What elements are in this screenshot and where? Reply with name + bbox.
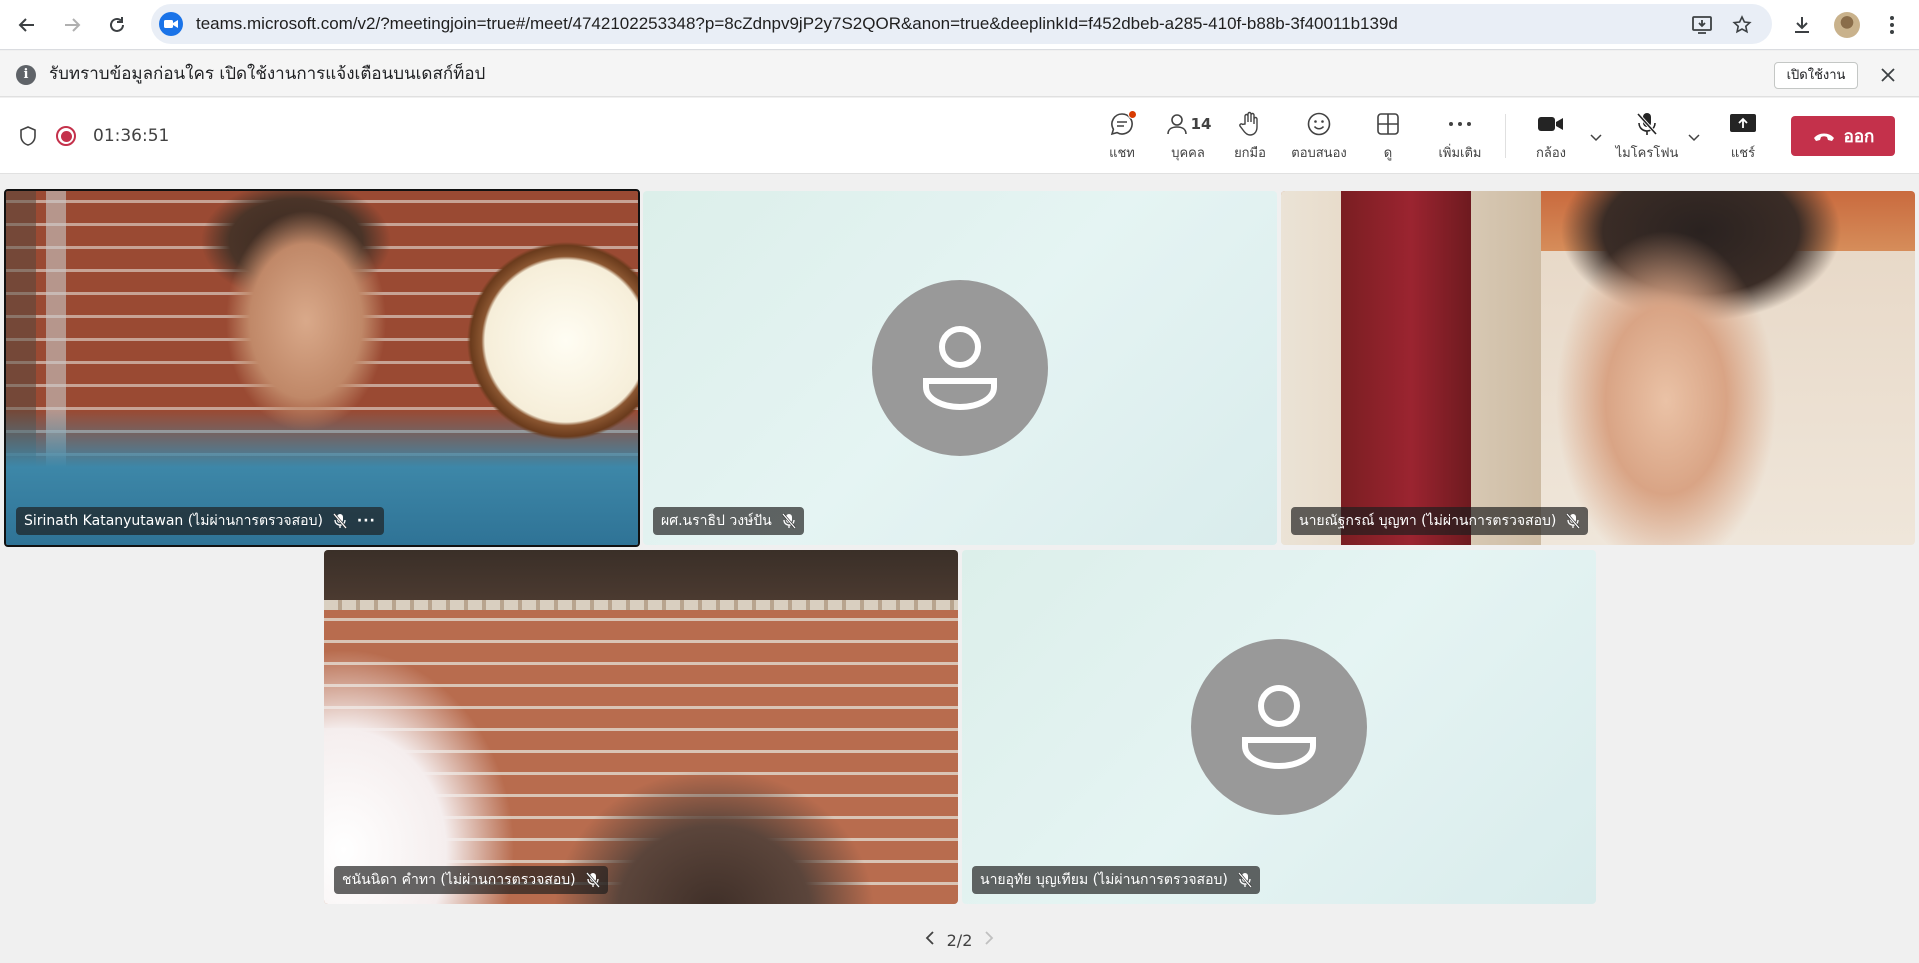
participant-tile[interactable]: นายณัฐกรณ์ บุญทา (ไม่ผ่านการตรวจสอบ) <box>1281 191 1915 545</box>
participant-tile[interactable]: Sirinath Katanyutawan (ไม่ผ่านการตรวจสอบ… <box>4 189 640 547</box>
gallery-pager: 2/2 <box>0 925 1919 955</box>
meeting-toolbar: 01:36:51 แชท 14 บุคคล ยกมือ ตอบสนอง ดู เ… <box>0 98 1919 174</box>
react-button[interactable]: ตอบสนอง <box>1286 98 1352 174</box>
chat-label: แชท <box>1109 146 1135 161</box>
grid-view-icon <box>1377 113 1399 135</box>
participant-name: ผศ.นราธิป วงษ์ปัน <box>661 513 772 529</box>
participant-tile[interactable]: นายอุทัย บุญเทียม (ไม่ผ่านการตรวจสอบ) <box>962 550 1596 904</box>
participant-tile[interactable]: ผศ.นราธิป วงษ์ปัน <box>643 191 1277 545</box>
browser-menu-icon[interactable] <box>1875 8 1909 42</box>
hang-up-icon <box>1813 133 1834 141</box>
browser-toolbar: teams.microsoft.com/v2/?meetingjoin=true… <box>0 0 1919 50</box>
more-button[interactable]: เพิ่มเติม <box>1430 98 1490 174</box>
forward-icon[interactable] <box>55 8 89 42</box>
people-label: บุคคล <box>1171 146 1205 161</box>
mic-off-icon <box>585 872 600 888</box>
microphone-label: ไมโครโฟน <box>1615 146 1679 161</box>
more-label: เพิ่มเติม <box>1438 146 1482 161</box>
person-icon <box>1242 685 1316 770</box>
participant-video-wall <box>324 610 958 904</box>
page-indicator: 2/2 <box>946 930 973 950</box>
share-button[interactable]: แชร์ <box>1720 98 1766 174</box>
camera-options-chevron-icon[interactable] <box>1586 128 1606 148</box>
participant-name-tag: ชนันนิดา คำทา (ไม่ผ่านการตรวจสอบ) <box>334 866 608 894</box>
next-page-chevron-icon[interactable] <box>984 930 994 950</box>
raise-hand-button[interactable]: ยกมือ <box>1220 98 1280 174</box>
participant-video <box>1281 191 1915 545</box>
participant-more-options-icon[interactable]: ··· <box>357 513 376 529</box>
leave-button[interactable]: ออก <box>1791 116 1895 156</box>
shield-icon[interactable] <box>18 125 38 151</box>
recording-indicator-icon <box>56 126 76 146</box>
address-bar[interactable]: teams.microsoft.com/v2/?meetingjoin=true… <box>151 4 1772 44</box>
avatar <box>872 280 1048 456</box>
raise-hand-label: ยกมือ <box>1234 146 1266 161</box>
avatar <box>1191 639 1367 815</box>
hand-icon <box>1239 111 1258 136</box>
participant-tile[interactable]: ชนันนิดา คำทา (ไม่ผ่านการตรวจสอบ) <box>324 550 958 904</box>
participant-name: นายณัฐกรณ์ บุญทา (ไม่ผ่านการตรวจสอบ) <box>1299 513 1557 529</box>
participant-name: Sirinath Katanyutawan (ไม่ผ่านการตรวจสอบ… <box>24 513 323 529</box>
notification-infobar: i รับทราบข้อมูลก่อนใคร เปิดใช้งานการแจ้ง… <box>0 51 1919 97</box>
camera-button[interactable]: กล้อง <box>1526 98 1576 174</box>
chat-unread-badge <box>1128 110 1137 119</box>
camera-icon <box>1538 117 1563 131</box>
react-label: ตอบสนอง <box>1291 146 1347 161</box>
people-button[interactable]: 14 บุคคล <box>1156 98 1220 174</box>
leave-label: ออก <box>1843 126 1875 147</box>
view-button[interactable]: ดู <box>1360 98 1416 174</box>
participant-video <box>6 191 638 545</box>
participant-name: ชนันนิดา คำทา (ไม่ผ่านการตรวจสอบ) <box>342 872 576 888</box>
participant-name-tag: นายณัฐกรณ์ บุญทา (ไม่ผ่านการตรวจสอบ) <box>1291 507 1589 535</box>
microphone-button[interactable]: ไมโครโฟน <box>1612 98 1682 174</box>
emoji-icon <box>1307 112 1331 136</box>
mic-off-icon <box>1636 112 1658 136</box>
bookmark-star-icon[interactable] <box>1725 8 1759 42</box>
share-screen-icon <box>1730 114 1756 132</box>
participant-name-tag: Sirinath Katanyutawan (ไม่ผ่านการตรวจสอบ… <box>16 507 384 535</box>
participant-name-tag: ผศ.นราธิป วงษ์ปัน <box>653 507 804 535</box>
download-icon[interactable] <box>1785 8 1819 42</box>
participant-name-tag: นายอุทัย บุญเทียม (ไม่ผ่านการตรวจสอบ) <box>972 866 1260 894</box>
infobar-message: รับทราบข้อมูลก่อนใคร เปิดใช้งานการแจ้งเต… <box>49 64 486 84</box>
url-text: teams.microsoft.com/v2/?meetingjoin=true… <box>196 14 1398 33</box>
install-app-icon[interactable] <box>1685 8 1719 42</box>
share-label: แชร์ <box>1730 146 1756 161</box>
participant-name: นายอุทัย บุญเทียม (ไม่ผ่านการตรวจสอบ) <box>980 872 1228 888</box>
chat-button[interactable]: แชท <box>1092 98 1152 174</box>
mic-off-icon <box>1237 872 1252 888</box>
enable-notifications-button[interactable]: เปิดใช้งาน <box>1774 62 1858 89</box>
people-count: 14 <box>1190 115 1212 133</box>
camera-label: กล้อง <box>1536 146 1566 161</box>
toolbar-divider <box>1505 114 1506 158</box>
camera-site-icon <box>159 12 183 36</box>
reload-icon[interactable] <box>100 8 134 42</box>
mic-off-icon <box>332 513 347 529</box>
more-options-icon <box>1449 122 1471 126</box>
people-icon <box>1166 114 1187 135</box>
back-icon[interactable] <box>10 8 44 42</box>
mic-off-icon <box>1566 513 1581 529</box>
mic-off-icon <box>781 513 796 529</box>
microphone-options-chevron-icon[interactable] <box>1684 128 1704 148</box>
previous-page-chevron-icon[interactable] <box>925 930 935 950</box>
info-icon: i <box>16 65 36 85</box>
view-label: ดู <box>1383 146 1393 161</box>
close-icon[interactable] <box>1876 63 1900 87</box>
person-icon <box>923 326 997 411</box>
meeting-timer: 01:36:51 <box>93 126 170 146</box>
profile-avatar[interactable] <box>1830 8 1864 42</box>
